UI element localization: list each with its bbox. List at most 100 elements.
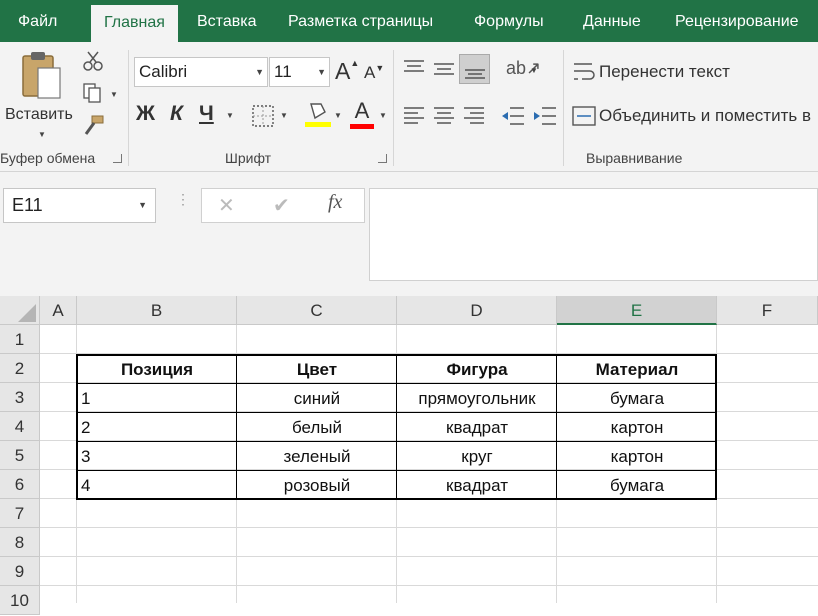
- borders-icon[interactable]: [251, 104, 275, 128]
- row-header-7[interactable]: 7: [0, 499, 40, 528]
- font-color-dropdown-icon[interactable]: ▼: [379, 111, 387, 120]
- worksheet-grid: A B C D E F 1 2 3 4 5 6 7 8 9 10 Позиция…: [0, 296, 818, 615]
- column-header-f[interactable]: F: [717, 296, 818, 325]
- row-header-5[interactable]: 5: [0, 441, 40, 470]
- merge-center-button[interactable]: Объединить и поместить в: [572, 102, 818, 130]
- gridline: [40, 585, 818, 586]
- increase-indent-icon[interactable]: [532, 104, 558, 128]
- row-header-10[interactable]: 10: [0, 586, 40, 615]
- name-box[interactable]: E11 ▼: [3, 188, 156, 223]
- align-bottom-button[interactable]: [459, 54, 490, 84]
- gridline: [40, 556, 818, 557]
- tab-file[interactable]: Файл: [18, 0, 57, 42]
- column-header-d[interactable]: D: [397, 296, 557, 325]
- cell-b3[interactable]: 1: [77, 383, 237, 412]
- cell-c5[interactable]: зеленый: [237, 441, 397, 470]
- cell-d6[interactable]: квадрат: [397, 470, 557, 499]
- clipboard-icon: [22, 52, 61, 99]
- cell-c4[interactable]: белый: [237, 412, 397, 441]
- insert-function-icon[interactable]: fx: [328, 191, 342, 214]
- select-all-button[interactable]: [0, 296, 40, 325]
- cell-b4[interactable]: 2: [77, 412, 237, 441]
- copy-dropdown-icon[interactable]: ▼: [110, 90, 118, 99]
- decrease-indent-icon[interactable]: [500, 104, 526, 128]
- font-color-button[interactable]: A: [350, 98, 374, 129]
- font-size-value: 11: [274, 62, 292, 81]
- tab-insert[interactable]: Вставка: [197, 0, 256, 42]
- tab-data[interactable]: Данные: [583, 0, 641, 42]
- row-header-4[interactable]: 4: [0, 412, 40, 441]
- column-header-c[interactable]: C: [237, 296, 397, 325]
- paste-button[interactable]: Вставить ▼: [5, 48, 74, 139]
- italic-button[interactable]: К: [170, 102, 183, 126]
- format-painter-icon[interactable]: [82, 114, 106, 136]
- cell-c3[interactable]: синий: [237, 383, 397, 412]
- font-name-select[interactable]: Calibri ▼: [134, 57, 268, 87]
- cancel-icon[interactable]: ✕: [218, 193, 235, 218]
- clipboard-launcher-icon[interactable]: [113, 154, 122, 163]
- cell-e6[interactable]: бумага: [557, 470, 717, 499]
- fill-color-dropdown-icon[interactable]: ▼: [334, 111, 342, 120]
- cell-e4[interactable]: картон: [557, 412, 717, 441]
- cut-icon[interactable]: [82, 50, 104, 72]
- column-header-e[interactable]: E: [557, 296, 717, 325]
- formula-bar-grip-icon: ⋮: [176, 191, 190, 207]
- column-header-a[interactable]: A: [40, 296, 77, 325]
- underline-dropdown-icon[interactable]: ▼: [226, 111, 234, 120]
- cell-e5[interactable]: картон: [557, 441, 717, 470]
- row-header-6[interactable]: 6: [0, 470, 40, 499]
- tab-page-layout[interactable]: Разметка страницы: [288, 0, 433, 42]
- cell-e2[interactable]: Материал: [557, 354, 717, 383]
- cell-b5[interactable]: 3: [77, 441, 237, 470]
- cell-c2[interactable]: Цвет: [237, 354, 397, 383]
- tab-formulas[interactable]: Формулы: [474, 0, 544, 42]
- enter-icon[interactable]: ✔: [273, 193, 290, 218]
- cell-d2[interactable]: Фигура: [397, 354, 557, 383]
- align-top-icon[interactable]: [402, 58, 426, 78]
- align-center-icon[interactable]: [432, 104, 456, 128]
- name-box-value: E11: [12, 195, 43, 215]
- align-right-icon[interactable]: [462, 104, 486, 128]
- cell-b6[interactable]: 4: [77, 470, 237, 499]
- tab-review[interactable]: Рецензирование: [675, 0, 799, 42]
- chevron-down-icon: ▼: [138, 200, 147, 210]
- align-bottom-icon: [465, 69, 485, 79]
- tab-home[interactable]: Главная: [91, 5, 178, 42]
- row-header-8[interactable]: 8: [0, 528, 40, 557]
- bold-button[interactable]: Ж: [136, 102, 155, 126]
- paste-dropdown-icon[interactable]: ▼: [38, 130, 46, 139]
- shrink-font-icon: A: [364, 63, 376, 82]
- cell-c6[interactable]: розовый: [237, 470, 397, 499]
- decrease-font-size-button[interactable]: A▼: [364, 63, 384, 83]
- font-size-select[interactable]: 11 ▼: [269, 57, 330, 87]
- cell-b2[interactable]: Позиция: [77, 354, 237, 383]
- copy-icon[interactable]: [82, 82, 106, 104]
- wrap-text-button[interactable]: Перенести текст: [572, 58, 812, 86]
- cell-d4[interactable]: квадрат: [397, 412, 557, 441]
- cell-d3[interactable]: прямоугольник: [397, 383, 557, 412]
- borders-dropdown-icon[interactable]: ▼: [280, 111, 288, 120]
- font-launcher-icon[interactable]: [378, 154, 387, 163]
- formula-bar: E11 ▼ ⋮ ✕ ✔ fx: [0, 172, 818, 296]
- cell-e3[interactable]: бумага: [557, 383, 717, 412]
- wrap-text-label: Перенести текст: [599, 62, 730, 81]
- group-divider: [128, 50, 129, 166]
- group-divider: [563, 50, 564, 166]
- align-left-icon[interactable]: [402, 104, 426, 128]
- cell-d5[interactable]: круг: [397, 441, 557, 470]
- row-header-1[interactable]: 1: [0, 325, 40, 354]
- row-header-2[interactable]: 2: [0, 354, 40, 383]
- merge-cells-icon: [572, 106, 596, 126]
- row-header-3[interactable]: 3: [0, 383, 40, 412]
- formula-input[interactable]: [369, 188, 818, 281]
- column-header-b[interactable]: B: [77, 296, 237, 325]
- underline-button[interactable]: Ч: [199, 102, 214, 126]
- ribbon: Вставить ▼ ▼ Буфер обмена Calibri ▼ 11 ▼…: [0, 42, 818, 172]
- font-color-icon: A: [354, 98, 370, 123]
- fill-color-icon[interactable]: [305, 100, 331, 128]
- grow-font-icon: A: [335, 58, 351, 84]
- orientation-dropdown-icon[interactable]: ▼: [530, 66, 538, 75]
- align-middle-icon[interactable]: [432, 58, 456, 78]
- row-header-9[interactable]: 9: [0, 557, 40, 586]
- increase-font-size-button[interactable]: A▲: [335, 58, 359, 85]
